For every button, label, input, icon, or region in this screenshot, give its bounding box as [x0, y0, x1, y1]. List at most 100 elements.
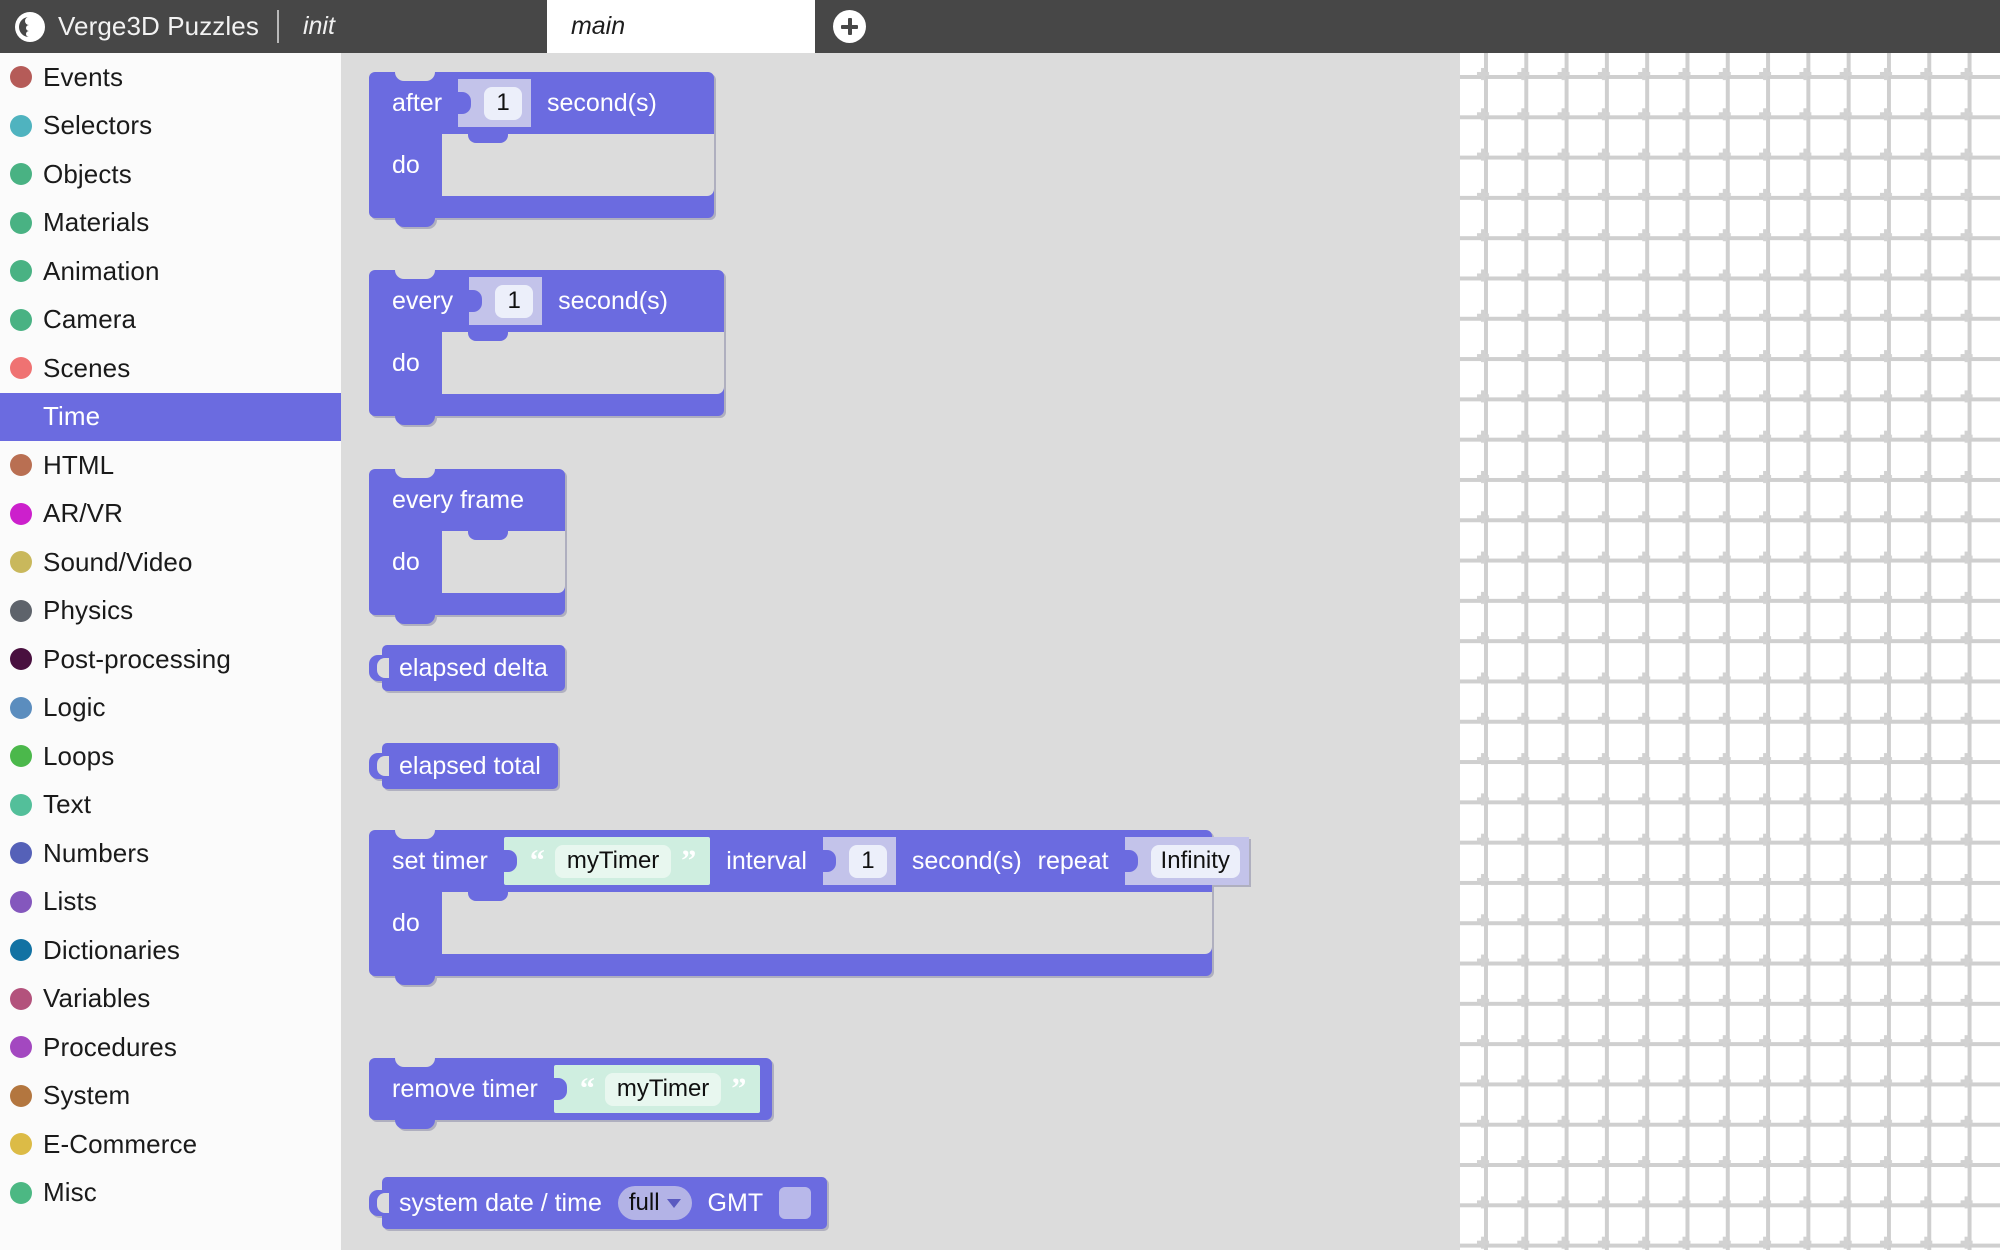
- category-color-dot: [10, 551, 32, 574]
- every-seconds-input[interactable]: 1: [495, 284, 534, 318]
- set-timer-do-label: do: [392, 909, 420, 937]
- sidebar-item-label: Materials: [43, 207, 150, 238]
- set-timer-block-header: set timer “ myTimer ” interval 1 second(…: [369, 830, 1249, 892]
- chevron-down-icon: [666, 1198, 681, 1208]
- sidebar-item-camera[interactable]: Camera: [0, 296, 341, 345]
- sidebar-item-label: HTML: [43, 449, 115, 480]
- sidebar-item-label: Procedures: [43, 1031, 177, 1062]
- after-do-label: do: [392, 151, 420, 179]
- sidebar-item-events[interactable]: Events: [0, 53, 341, 102]
- sidebar-item-numbers[interactable]: Numbers: [0, 829, 341, 878]
- interval-input[interactable]: 1: [848, 844, 887, 878]
- sidebar-item-label: Time: [43, 401, 101, 432]
- sidebar-item-time[interactable]: Time: [0, 392, 341, 441]
- sidebar-item-logic[interactable]: Logic: [0, 684, 341, 733]
- sidebar-item-label: AR/VR: [43, 498, 123, 529]
- sidebar-item-materials[interactable]: Materials: [0, 199, 341, 248]
- every-frame-do-row: do: [369, 531, 565, 593]
- verge3d-puzzle-logo-icon: [15, 11, 45, 42]
- sidebar-item-label: Sound/Video: [43, 546, 193, 577]
- sidebar-item-system[interactable]: System: [0, 1072, 341, 1121]
- sidebar-item-label: Animation: [43, 255, 160, 286]
- remove-timer-name-string-block[interactable]: “ myTimer ”: [553, 1065, 761, 1113]
- tab-init[interactable]: init: [278, 0, 547, 53]
- every-frame-do-slot[interactable]: [442, 531, 565, 593]
- every-do-slot[interactable]: [442, 332, 724, 394]
- sidebar-item-scenes[interactable]: Scenes: [0, 344, 341, 393]
- app-title: Verge3D Puzzles: [58, 11, 259, 41]
- interval-socket[interactable]: 1: [822, 837, 896, 885]
- category-color-dot: [10, 842, 32, 865]
- sidebar-item-sound-video[interactable]: Sound/Video: [0, 538, 341, 587]
- after-seconds-block[interactable]: after 1 second(s) do: [369, 72, 714, 227]
- remove-timer-block[interactable]: remove timer “ myTimer ”: [369, 1058, 772, 1129]
- toolbox-sidebar[interactable]: Events Selectors Objects Materials Anima…: [0, 53, 341, 1250]
- every-block-do-row: do: [369, 332, 724, 394]
- category-color-dot: [10, 66, 32, 89]
- timer-name-string-block[interactable]: “ myTimer ”: [503, 837, 711, 885]
- date-time-format-dropdown[interactable]: full: [617, 1186, 692, 1220]
- after-seconds-socket[interactable]: 1: [458, 79, 532, 127]
- every-frame-block[interactable]: every frame do: [369, 469, 565, 624]
- block-flyout-palette[interactable]: after 1 second(s) do every 1 second(s) d…: [341, 53, 1460, 1250]
- elapsed-delta-block[interactable]: elapsed delta: [382, 645, 565, 691]
- category-color-dot: [10, 454, 32, 477]
- set-timer-block[interactable]: set timer “ myTimer ” interval 1 second(…: [369, 830, 1249, 985]
- every-frame-do-label: do: [392, 548, 420, 576]
- system-date-time-block[interactable]: system date / time full GMT: [382, 1177, 828, 1229]
- category-color-dot: [10, 599, 32, 622]
- sidebar-item-physics[interactable]: Physics: [0, 587, 341, 636]
- sidebar-item-label: Dictionaries: [43, 934, 181, 965]
- after-seconds-input[interactable]: 1: [484, 86, 523, 120]
- every-unit-label: second(s): [558, 286, 668, 315]
- every-block-foot: [369, 394, 724, 425]
- category-color-dot: [10, 745, 32, 768]
- remove-timer-name-input[interactable]: myTimer: [604, 1072, 722, 1106]
- sidebar-item-label: Loops: [43, 740, 115, 771]
- every-frame-block-foot: [369, 593, 565, 624]
- elapsed-total-block[interactable]: elapsed total: [382, 743, 558, 789]
- sidebar-item-animation[interactable]: Animation: [0, 247, 341, 296]
- sidebar-item-ar-vr[interactable]: AR/VR: [0, 490, 341, 539]
- category-color-dot: [10, 211, 32, 234]
- sidebar-item-label: Variables: [43, 983, 151, 1014]
- add-tab-button[interactable]: [814, 0, 885, 53]
- sidebar-item-label: Misc: [43, 1177, 97, 1208]
- remove-timer-block-header: remove timer “ myTimer ”: [369, 1058, 772, 1120]
- tab-main[interactable]: main: [546, 0, 815, 53]
- category-color-dot: [10, 1084, 32, 1107]
- sidebar-item-loops[interactable]: Loops: [0, 732, 341, 781]
- category-color-dot: [10, 163, 32, 186]
- sidebar-item-procedures[interactable]: Procedures: [0, 1023, 341, 1072]
- quote-open-icon: “: [529, 844, 545, 877]
- sidebar-item-text[interactable]: Text: [0, 781, 341, 830]
- sidebar-item-html[interactable]: HTML: [0, 441, 341, 490]
- sidebar-item-misc[interactable]: Misc: [0, 1169, 341, 1218]
- timer-name-input[interactable]: myTimer: [554, 844, 672, 878]
- workspace-dot-grid: [1460, 53, 2000, 1250]
- sidebar-item-objects[interactable]: Objects: [0, 150, 341, 199]
- category-color-dot: [10, 890, 32, 913]
- repeat-label: repeat: [1037, 846, 1109, 875]
- sidebar-item-e-commerce[interactable]: E-Commerce: [0, 1120, 341, 1169]
- quote-open-icon: “: [579, 1072, 595, 1105]
- sidebar-item-post-processing[interactable]: Post-processing: [0, 635, 341, 684]
- sidebar-item-variables[interactable]: Variables: [0, 975, 341, 1024]
- block-top-notch: [395, 1058, 435, 1067]
- every-seconds-socket[interactable]: 1: [469, 277, 543, 325]
- sidebar-item-selectors[interactable]: Selectors: [0, 102, 341, 151]
- after-do-slot[interactable]: [442, 134, 714, 196]
- every-frame-label: every frame: [392, 485, 524, 514]
- workspace-canvas[interactable]: [1460, 53, 2000, 1250]
- repeat-input[interactable]: Infinity: [1150, 844, 1240, 878]
- repeat-socket[interactable]: Infinity: [1124, 837, 1249, 885]
- gmt-checkbox[interactable]: [779, 1187, 812, 1219]
- every-seconds-block[interactable]: every 1 second(s) do: [369, 270, 724, 425]
- block-bottom-bump: [395, 615, 435, 624]
- sidebar-item-dictionaries[interactable]: Dictionaries: [0, 926, 341, 975]
- sidebar-item-lists[interactable]: Lists: [0, 878, 341, 927]
- block-top-notch: [395, 72, 435, 81]
- brand: Verge3D Puzzles: [0, 0, 277, 53]
- set-timer-do-slot[interactable]: [442, 892, 1212, 954]
- block-bottom-bump: [395, 416, 435, 425]
